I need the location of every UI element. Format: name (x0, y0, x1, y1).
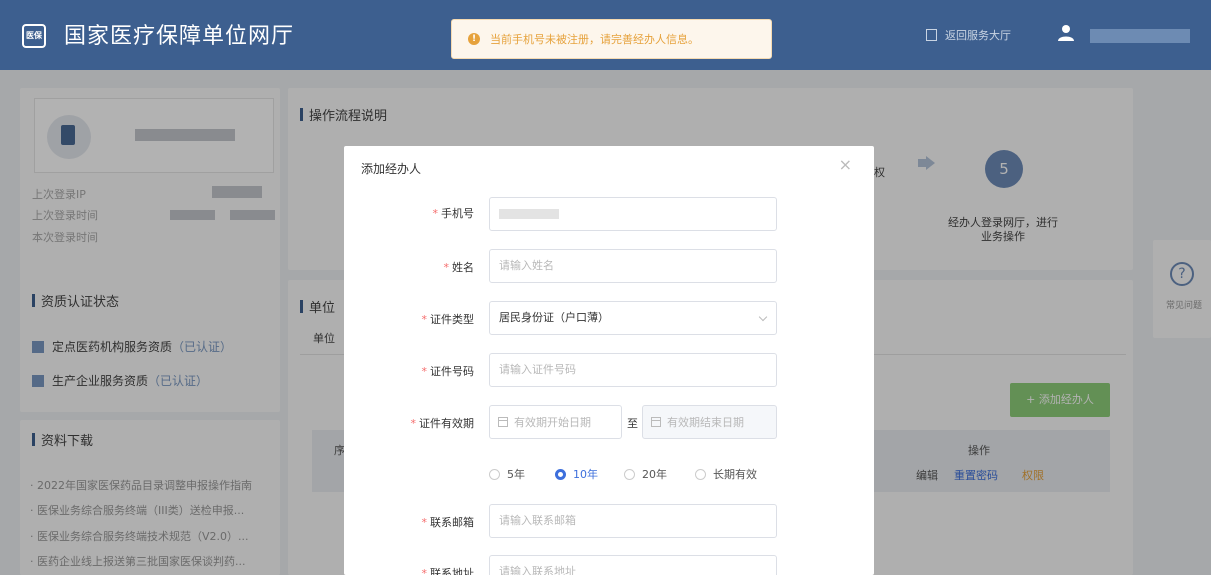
validity-option-permanent[interactable]: 长期有效 (695, 466, 757, 482)
calendar-icon (498, 417, 508, 427)
username-redacted (1090, 29, 1190, 43)
back-link-label: 返回服务大厅 (945, 29, 1011, 42)
warning-toast: ! 当前手机号未被注册，请完善经办人信息。 (451, 19, 772, 59)
name-label: * 姓名 (443, 261, 475, 274)
id-number-label: * 证件号码 (421, 365, 475, 378)
exit-icon (926, 29, 937, 41)
add-agent-dialog: 添加经办人 × * 手机号 * 姓名 请输入姓名 * 证件类型 居民身份证（户口薄） … (344, 146, 874, 575)
id-type-select[interactable]: 居民身份证（户口薄） (489, 301, 777, 335)
address-field[interactable]: 请输入联系地址 (489, 555, 777, 575)
phone-redacted (499, 209, 559, 219)
validity-option-5y[interactable]: 5年 (489, 466, 525, 482)
id-number-field[interactable]: 请输入证件号码 (489, 353, 777, 387)
validity-label: * 证件有效期 (410, 417, 475, 430)
back-to-service-hall-link[interactable]: 返回服务大厅 (926, 27, 1011, 43)
user-icon[interactable] (1057, 24, 1075, 42)
calendar-icon (651, 417, 661, 427)
validity-start-field[interactable]: 有效期开始日期 (489, 405, 622, 439)
validity-option-10y[interactable]: 10年 (555, 466, 598, 482)
validity-option-20y[interactable]: 20年 (624, 466, 667, 482)
address-label: * 联系地址 (421, 567, 475, 575)
phone-field[interactable] (489, 197, 777, 231)
warning-icon: ! (468, 33, 480, 45)
name-field[interactable]: 请输入姓名 (489, 249, 777, 283)
email-label: * 联系邮箱 (421, 516, 475, 529)
validity-end-field[interactable]: 有效期结束日期 (642, 405, 777, 439)
top-header: 医保 国家医疗保障单位网厅 ! 当前手机号未被注册，请完善经办人信息。 返回服务… (0, 0, 1211, 70)
dialog-title: 添加经办人 (361, 162, 422, 176)
close-icon[interactable]: × (839, 155, 852, 174)
app-title: 国家医疗保障单位网厅 (64, 24, 295, 49)
validity-to-text: 至 (627, 417, 638, 430)
email-field[interactable]: 请输入联系邮箱 (489, 504, 777, 538)
id-type-label: * 证件类型 (421, 313, 475, 326)
chevron-down-icon (758, 312, 768, 322)
phone-label: * 手机号 (432, 207, 475, 220)
toast-message: 当前手机号未被注册，请完善经办人信息。 (490, 33, 699, 46)
logo-icon: 医保 (22, 24, 46, 48)
